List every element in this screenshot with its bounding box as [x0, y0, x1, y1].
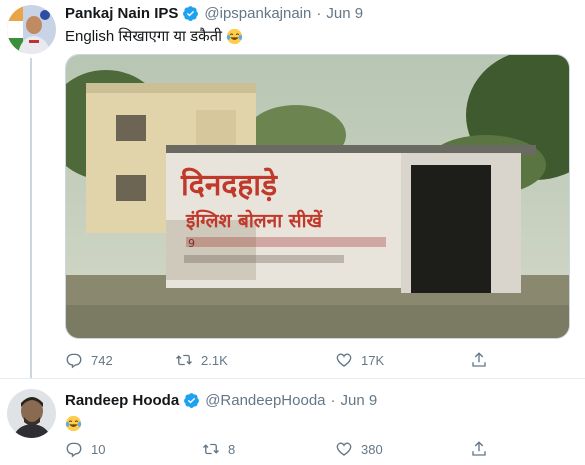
retweet-icon — [203, 443, 219, 455]
avatar[interactable] — [7, 389, 56, 438]
retweet-button[interactable]: 2.1K — [175, 351, 228, 369]
tweet-text: English सिखाएगा या डकैती — [65, 25, 243, 47]
author-name[interactable]: Pankaj Nain IPS — [65, 5, 178, 22]
reply-button[interactable]: 10 — [65, 440, 105, 458]
tweet-header: Pankaj Nain IPS @ipspankajnain · Jun 9 — [65, 2, 363, 24]
share-button[interactable] — [470, 440, 496, 458]
retweet-button[interactable]: 8 — [202, 440, 235, 458]
tears-of-joy-emoji-icon — [226, 28, 243, 45]
share-icon — [472, 441, 486, 456]
tweet-text — [65, 412, 82, 434]
avatar[interactable] — [7, 5, 56, 54]
author-handle[interactable]: @ipspankajnain — [204, 5, 311, 22]
tweet[interactable]: Pankaj Nain IPS @ipspankajnain · Jun 9 E… — [0, 0, 585, 378]
separator: · — [330, 391, 336, 409]
reply-count: 10 — [91, 441, 106, 457]
reply-count: 742 — [91, 352, 113, 368]
share-button[interactable] — [470, 351, 496, 369]
reply-icon — [66, 442, 82, 458]
separator: · — [316, 4, 322, 22]
sign-line-1: दिनदहाड़े — [180, 167, 278, 203]
author-handle[interactable]: @RandeepHooda — [205, 392, 325, 409]
tweet-date[interactable]: Jun 9 — [341, 392, 378, 409]
sign-line-2: इंग्लिश बोलना सीखें — [185, 209, 324, 232]
like-count: 17K — [361, 352, 385, 368]
reply-icon — [66, 353, 82, 369]
tweet-actions: 742 2.1K 17K — [65, 351, 495, 373]
tweet-actions: 10 8 380 — [65, 440, 495, 462]
share-icon — [472, 352, 486, 367]
thread-line — [30, 58, 32, 378]
tweet-date[interactable]: Jun 9 — [326, 5, 363, 22]
verified-badge-icon — [183, 392, 200, 409]
heart-icon — [336, 442, 352, 456]
reply-button[interactable]: 742 — [65, 351, 113, 369]
retweet-count: 8 — [228, 441, 236, 457]
tweet-image[interactable]: दिनदहाड़े इंग्लिश बोलना सीखें 9 — [65, 54, 570, 339]
tweet-header: Randeep Hooda @RandeepHooda · Jun 9 — [65, 389, 377, 411]
author-name[interactable]: Randeep Hooda — [65, 392, 179, 409]
tweet-text-content: English सिखाएगा या डकैती — [65, 28, 223, 45]
heart-icon — [336, 353, 352, 367]
tears-of-joy-emoji-icon — [65, 415, 82, 432]
like-count: 380 — [361, 441, 383, 457]
retweet-icon — [176, 354, 192, 366]
sign-line-3: 9 — [188, 237, 195, 250]
verified-badge-icon — [182, 5, 199, 22]
like-button[interactable]: 17K — [335, 351, 384, 369]
like-button[interactable]: 380 — [335, 440, 383, 458]
retweet-count: 2.1K — [201, 352, 228, 368]
